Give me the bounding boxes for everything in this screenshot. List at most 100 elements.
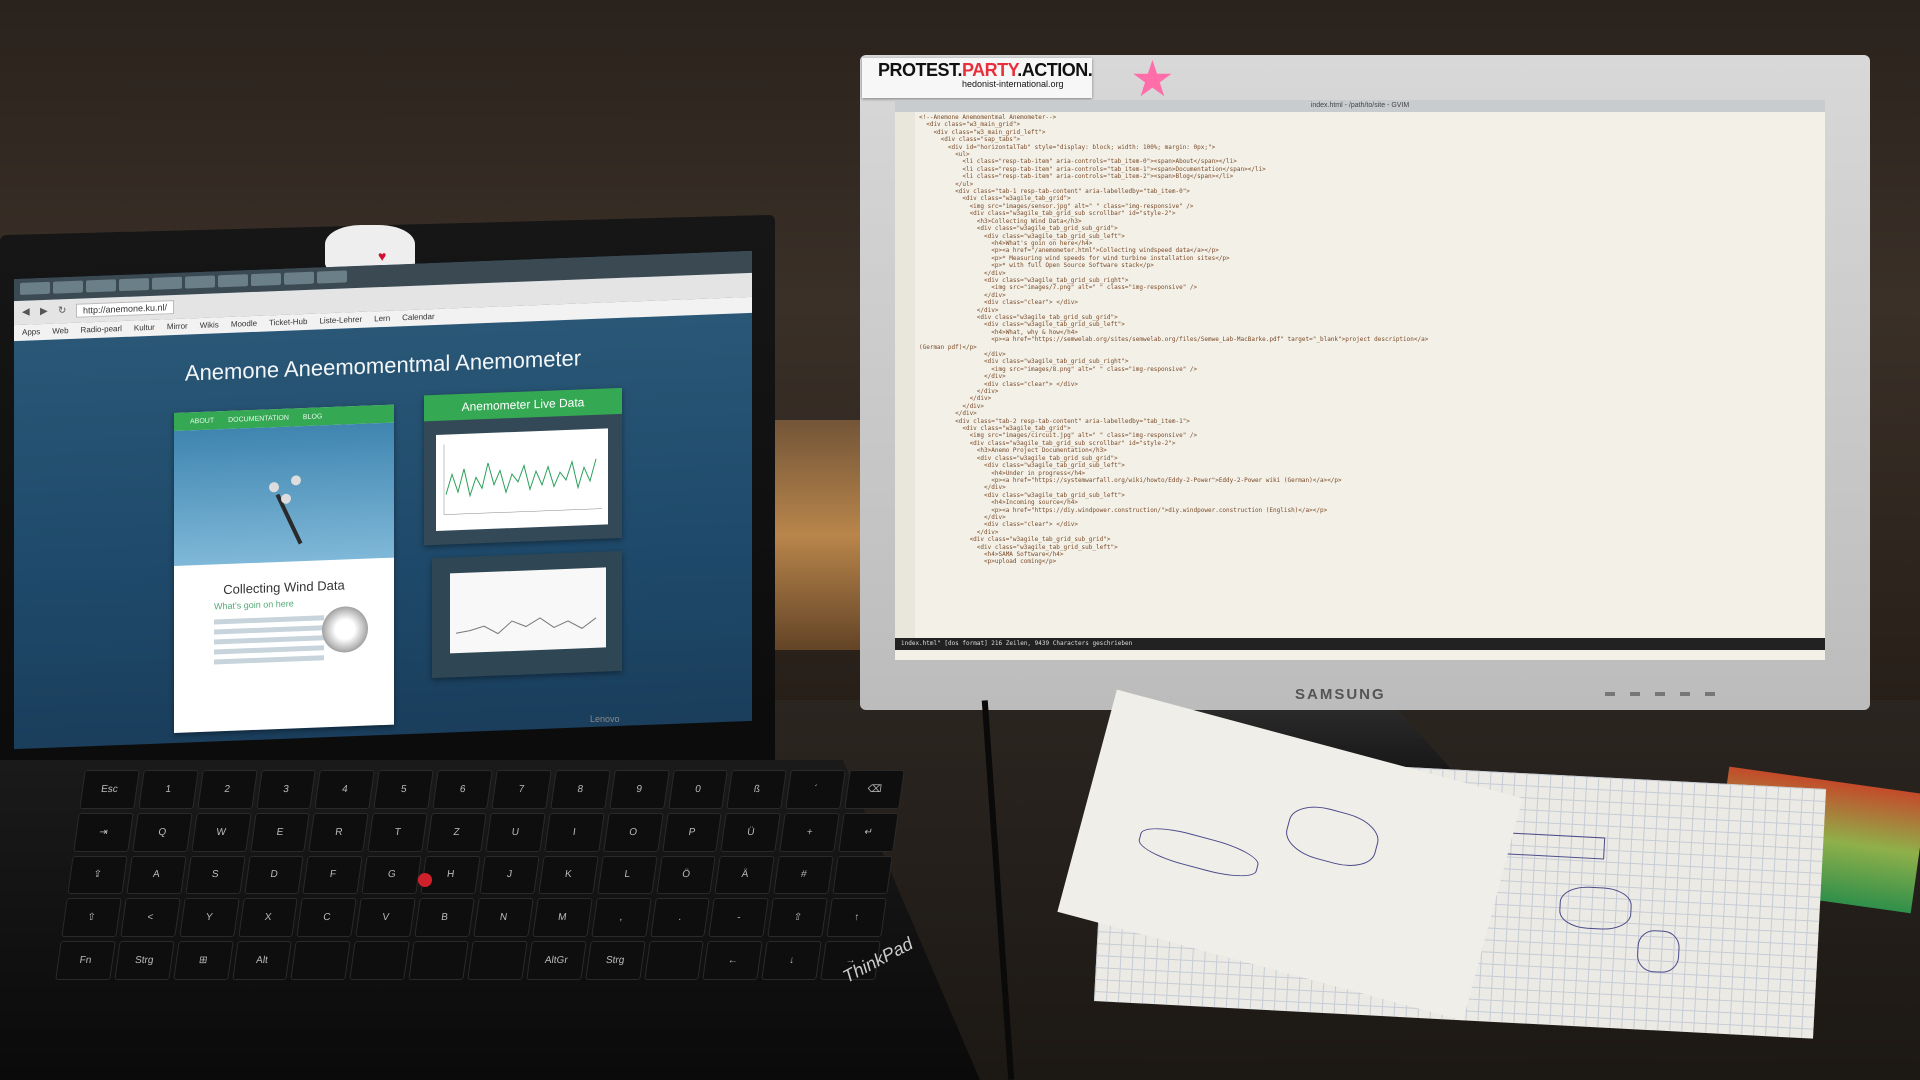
bookmark-item[interactable]: Web xyxy=(52,326,68,337)
code-line[interactable]: <div class="w3agile_tab_grid_sub_grid"> xyxy=(919,314,1815,321)
code-line[interactable]: <div class="w3agile_tab_grid_sub scrollb… xyxy=(919,440,1815,447)
browser-tab[interactable] xyxy=(86,279,116,293)
code-line[interactable]: <p><a href="https://diy.windpower.constr… xyxy=(919,507,1815,514)
key[interactable]: J xyxy=(479,855,540,895)
tab-documentation[interactable]: DOCUMENTATION xyxy=(228,414,289,423)
code-line[interactable]: <div class="sap_tabs"> xyxy=(919,136,1815,143)
code-line[interactable]: <p>* with full Open Source Software stac… xyxy=(919,262,1815,269)
key[interactable]: D xyxy=(243,855,305,895)
key[interactable] xyxy=(349,941,410,980)
browser-tab[interactable] xyxy=(53,280,83,294)
monitor-button[interactable] xyxy=(1680,692,1690,696)
code-area[interactable]: <!--Anemone Anemomentmal Anemometer--> <… xyxy=(919,114,1815,636)
key[interactable]: T xyxy=(367,812,428,852)
code-line[interactable]: <div class="w3agile_tab_grid_sub scrollb… xyxy=(919,210,1815,217)
key[interactable]: Alt xyxy=(231,941,293,980)
code-line[interactable]: <p>* Measuring wind speeds for wind turb… xyxy=(919,255,1815,262)
code-line[interactable]: <li class="resp-tab-item" aria-controls=… xyxy=(919,173,1815,180)
key[interactable]: 9 xyxy=(609,770,670,809)
key[interactable]: ⇧ xyxy=(61,898,122,938)
key[interactable]: K xyxy=(538,855,599,895)
key[interactable]: S xyxy=(184,855,246,895)
code-line[interactable]: </div> xyxy=(919,410,1815,417)
key[interactable]: ⇥ xyxy=(73,812,134,852)
monitor-button[interactable] xyxy=(1655,692,1665,696)
key[interactable]: . xyxy=(649,898,711,938)
key[interactable]: V xyxy=(355,898,416,938)
key[interactable]: ↓ xyxy=(761,941,822,980)
monitor-button[interactable] xyxy=(1705,692,1715,696)
key[interactable]: 3 xyxy=(255,770,317,809)
browser-tab[interactable] xyxy=(20,281,50,295)
code-line[interactable]: <li class="resp-tab-item" aria-controls=… xyxy=(919,158,1815,165)
bookmark-item[interactable]: Apps xyxy=(22,327,40,338)
code-line[interactable]: <div class="w3agile_tab_grid_sub_left"> xyxy=(919,321,1815,328)
monitor-button[interactable] xyxy=(1605,692,1615,696)
code-line[interactable]: </div> xyxy=(919,307,1815,314)
code-line[interactable]: <h3>Anemo Project Documentation</h3> xyxy=(919,447,1815,454)
key[interactable]: F xyxy=(302,855,364,895)
key[interactable]: Ä xyxy=(714,855,776,895)
key[interactable]: I xyxy=(544,812,605,852)
code-line[interactable]: <p><a href="https://systemwarfall.org/wi… xyxy=(919,477,1815,484)
key[interactable]: 8 xyxy=(550,770,611,809)
reload-icon[interactable]: ↻ xyxy=(58,305,68,316)
code-line[interactable]: <ul> xyxy=(919,151,1815,158)
key[interactable]: ⇪ xyxy=(67,855,128,895)
key[interactable]: 4 xyxy=(314,770,376,809)
key[interactable]: Strg xyxy=(114,941,175,980)
code-line[interactable]: <h4>SAMA Software</h4> xyxy=(919,551,1815,558)
key[interactable] xyxy=(290,941,351,980)
key[interactable]: U xyxy=(485,812,546,852)
browser-tab[interactable] xyxy=(119,277,149,292)
key[interactable]: O xyxy=(602,812,664,852)
key[interactable]: X xyxy=(237,898,299,938)
code-line[interactable]: <div class="w3agile_tab_grid_sub_right"> xyxy=(919,358,1815,365)
code-line[interactable]: <div class="clear"> </div> xyxy=(919,299,1815,306)
key[interactable]: Z xyxy=(426,812,487,852)
code-line[interactable]: </div> xyxy=(919,403,1815,410)
code-line[interactable]: <div class="w3_main_grid_left"> xyxy=(919,129,1815,136)
browser-tab[interactable] xyxy=(218,274,248,288)
key[interactable]: N xyxy=(473,898,534,938)
key[interactable]: 0 xyxy=(667,770,729,809)
key[interactable]: Y xyxy=(178,898,240,938)
code-line[interactable]: <!--Anemone Anemomentmal Anemometer--> xyxy=(919,114,1815,121)
code-line[interactable]: </div> xyxy=(919,395,1815,402)
bookmark-item[interactable]: Calendar xyxy=(402,312,434,323)
key[interactable] xyxy=(832,855,893,895)
code-line[interactable]: <img src="images/7.png" alt=" " class="i… xyxy=(919,284,1815,291)
key[interactable]: 5 xyxy=(373,770,434,809)
code-line[interactable]: <h4>What's goin on here</h4> xyxy=(919,240,1815,247)
code-line[interactable]: <div class="w3agile_tab_grid_sub_left"> xyxy=(919,544,1815,551)
key[interactable]: , xyxy=(590,898,652,938)
key[interactable] xyxy=(408,941,469,980)
code-line[interactable]: </div> xyxy=(919,373,1815,380)
browser-tab[interactable] xyxy=(317,270,347,284)
browser-tab[interactable] xyxy=(152,276,182,290)
code-line[interactable]: <h4>Incoming source</h4> xyxy=(919,499,1815,506)
code-line[interactable]: <img src="images/circuit.jpg" alt=" " cl… xyxy=(919,432,1815,439)
url-bar[interactable]: http://anemone.ku.nl/ xyxy=(76,300,175,318)
key[interactable]: ↵ xyxy=(838,812,899,852)
key[interactable]: # xyxy=(773,855,834,895)
code-line[interactable]: </div> xyxy=(919,388,1815,395)
key[interactable]: ↑ xyxy=(826,898,887,938)
code-line[interactable]: <h3>Collecting Wind Data</h3> xyxy=(919,218,1815,225)
code-line[interactable]: <div class="w3agile_tab_grid_sub_left"> xyxy=(919,492,1815,499)
code-line[interactable]: <div class="tab-2 resp-tab-content" aria… xyxy=(919,418,1815,425)
key[interactable]: B xyxy=(414,898,475,938)
monitor-button[interactable] xyxy=(1630,692,1640,696)
bookmark-item[interactable]: Ticket-Hub xyxy=(269,317,307,328)
code-line[interactable]: <div class="w3agile_tab_grid_sub_grid"> xyxy=(919,455,1815,462)
key[interactable]: M xyxy=(532,898,593,938)
key[interactable]: E xyxy=(249,812,311,852)
code-line[interactable]: <img src="images/8.png" alt=" " class="i… xyxy=(919,366,1815,373)
key[interactable]: Fn xyxy=(55,941,116,980)
browser-tab[interactable] xyxy=(185,275,215,289)
key[interactable]: Ö xyxy=(655,855,717,895)
key[interactable]: - xyxy=(708,898,769,938)
key[interactable]: Strg xyxy=(584,941,646,980)
bookmark-item[interactable]: Kultur xyxy=(134,323,155,334)
code-line[interactable]: <img src="images/sensor.jpg" alt=" " cla… xyxy=(919,203,1815,210)
